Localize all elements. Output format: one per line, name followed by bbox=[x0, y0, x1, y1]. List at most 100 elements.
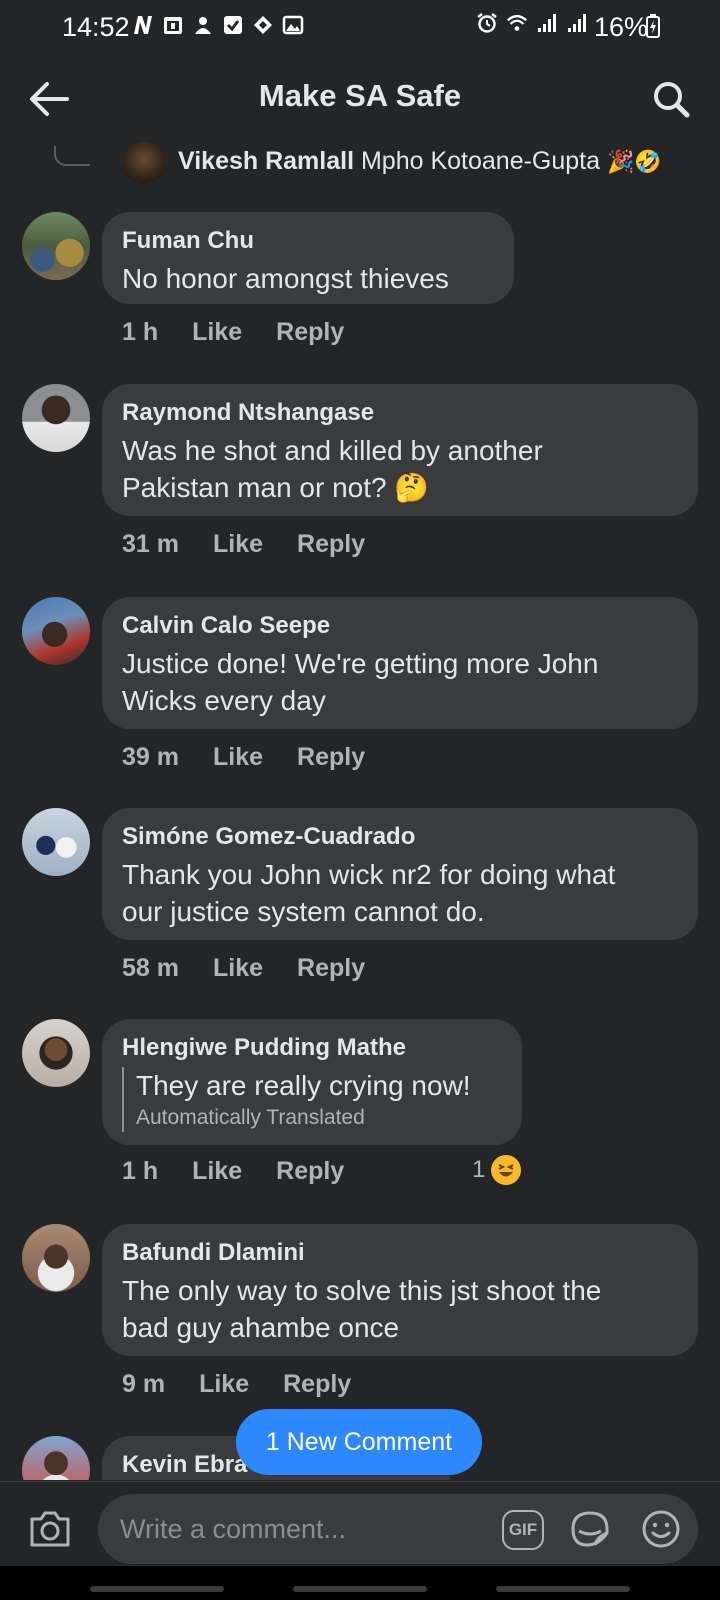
comment-actions: 1 h Like Reply bbox=[122, 318, 344, 347]
search-button[interactable] bbox=[648, 76, 694, 122]
calendar-icon bbox=[162, 14, 184, 36]
comment-line: Justice done! We're getting more John bbox=[122, 648, 599, 679]
comment-actions: 39 m Like Reply bbox=[122, 743, 365, 772]
wifi-icon bbox=[506, 12, 528, 34]
system-icons bbox=[476, 12, 588, 34]
avatar[interactable] bbox=[22, 384, 90, 452]
reply-emojis: 🎉🤣 bbox=[607, 150, 662, 175]
page-title: Make SA Safe bbox=[258, 78, 462, 113]
avatar[interactable] bbox=[22, 808, 90, 876]
comment-actions: 58 m Like Reply bbox=[122, 954, 365, 983]
reply-button[interactable]: Reply bbox=[276, 318, 344, 347]
comment-bubble[interactable]: Fuman Chu No honor amongst thieves bbox=[102, 212, 514, 304]
reply-button[interactable]: Reply bbox=[297, 743, 365, 772]
comment-actions: 31 m Like Reply bbox=[122, 530, 365, 559]
comment-bubble[interactable]: Hlengiwe Pudding Mathe They are really c… bbox=[102, 1019, 522, 1145]
home-nav-handle[interactable] bbox=[293, 1586, 427, 1592]
signal-icon bbox=[536, 12, 558, 34]
comment-time[interactable]: 9 m bbox=[122, 1370, 165, 1399]
comment-text: Was he shot and killed by another Pakist… bbox=[122, 432, 678, 506]
comment-author[interactable]: Bafundi Dlamini bbox=[122, 1238, 678, 1268]
reply-author-name[interactable]: Vikesh Ramlall bbox=[178, 147, 354, 175]
reply-button[interactable]: Reply bbox=[276, 1157, 344, 1186]
comment-text: No honor amongst thieves bbox=[122, 263, 449, 294]
avatar[interactable] bbox=[22, 1019, 90, 1087]
back-nav-handle[interactable] bbox=[496, 1586, 630, 1592]
reply-preview[interactable]: Vikesh Ramlall Mpho Kotoane-Gupta 🎉🤣 bbox=[178, 147, 662, 176]
comment-bubble[interactable]: Calvin Calo Seepe Justice done! We're ge… bbox=[102, 597, 698, 729]
sticker-button[interactable] bbox=[568, 1508, 612, 1550]
comment-composer: Write a comment... GIF bbox=[0, 1481, 720, 1566]
battery-percent: 16% bbox=[594, 12, 649, 42]
avatar[interactable] bbox=[22, 1436, 90, 1480]
search-icon bbox=[654, 82, 690, 118]
comment-input-placeholder: Write a comment... bbox=[120, 1514, 347, 1544]
like-button[interactable]: Like bbox=[213, 530, 263, 559]
emoji-button[interactable] bbox=[640, 1508, 682, 1550]
comment-line: Wicks every day bbox=[122, 685, 326, 716]
comment-time[interactable]: 58 m bbox=[122, 954, 179, 983]
gif-button[interactable]: GIF bbox=[502, 1510, 544, 1550]
comment-input[interactable]: Write a comment... GIF bbox=[98, 1494, 698, 1564]
translation-note[interactable]: Automatically Translated bbox=[136, 1104, 502, 1132]
comment-line: The only way to solve this jst shoot the bbox=[122, 1275, 602, 1306]
comment-line: Was he shot and killed by another bbox=[122, 435, 543, 466]
avatar[interactable] bbox=[22, 597, 90, 665]
comment-text: The only way to solve this jst shoot the… bbox=[122, 1272, 678, 1346]
notification-icons bbox=[132, 14, 304, 36]
like-button[interactable]: Like bbox=[192, 1157, 242, 1186]
recents-nav-handle[interactable] bbox=[90, 1586, 224, 1592]
comment-author[interactable]: Hlengiwe Pudding Mathe bbox=[122, 1033, 502, 1063]
new-comment-button[interactable]: 1 New Comment bbox=[236, 1409, 482, 1475]
like-button[interactable]: Like bbox=[199, 1370, 249, 1399]
camera-button[interactable] bbox=[26, 1506, 74, 1552]
alarm-icon bbox=[476, 12, 498, 34]
status-time: 14:52 bbox=[62, 12, 130, 42]
comment-author[interactable]: Calvin Calo Seepe bbox=[122, 611, 678, 641]
comment-bubble[interactable]: Raymond Ntshangase Was he shot and kille… bbox=[102, 384, 698, 516]
n-notification-icon bbox=[132, 14, 154, 36]
reaction-summary[interactable]: 1 bbox=[472, 1155, 522, 1185]
app-notification-icon bbox=[192, 14, 214, 36]
sticker-icon bbox=[571, 1511, 609, 1547]
avatar[interactable] bbox=[22, 212, 90, 280]
camera-icon bbox=[30, 1511, 70, 1547]
battery-charging-icon bbox=[646, 14, 660, 43]
comment-bubble[interactable]: Bafundi Dlamini The only way to solve th… bbox=[102, 1224, 698, 1356]
comment-text: They are really crying now! bbox=[136, 1070, 471, 1101]
comment-time[interactable]: 39 m bbox=[122, 743, 179, 772]
avatar[interactable] bbox=[22, 1224, 90, 1292]
translated-block: They are really crying now! Automaticall… bbox=[122, 1067, 502, 1132]
reply-button[interactable]: Reply bbox=[297, 954, 365, 983]
like-button[interactable]: Like bbox=[192, 318, 242, 347]
reply-button[interactable]: Reply bbox=[283, 1370, 351, 1399]
comment-author[interactable]: Fuman Chu bbox=[122, 226, 494, 256]
reply-thread-line bbox=[54, 146, 90, 166]
thinking-emoji: 🤔 bbox=[394, 471, 430, 504]
comment-bubble[interactable]: Simóne Gomez-Cuadrado Thank you John wic… bbox=[102, 808, 698, 940]
reply-tagged-name[interactable]: Mpho Kotoane-Gupta bbox=[361, 147, 600, 175]
comment-author[interactable]: Raymond Ntshangase bbox=[122, 398, 678, 428]
gif-label: GIF bbox=[508, 1520, 538, 1539]
comment-text: Thank you John wick nr2 for doing what o… bbox=[122, 856, 678, 930]
comment-author[interactable]: Simóne Gomez-Cuadrado bbox=[122, 822, 678, 852]
status-bar: 14:52 16% bbox=[0, 0, 720, 54]
like-button[interactable]: Like bbox=[213, 954, 263, 983]
comment-time[interactable]: 1 h bbox=[122, 1157, 158, 1186]
comment-line: our justice system cannot do. bbox=[122, 896, 485, 927]
like-button[interactable]: Like bbox=[213, 743, 263, 772]
checkbox-icon bbox=[222, 14, 244, 36]
smiley-icon bbox=[642, 1510, 680, 1548]
diamond-icon bbox=[252, 14, 274, 36]
avatar[interactable] bbox=[123, 142, 165, 184]
comment-line: bad guy ahambe once bbox=[122, 1312, 400, 1343]
comment-line: Pakistan man or not? 🤔 bbox=[122, 469, 678, 506]
reaction-count: 1 bbox=[472, 1156, 486, 1183]
laughing-emoji-icon bbox=[491, 1155, 522, 1185]
comment-text: Justice done! We're getting more John Wi… bbox=[122, 645, 678, 719]
comment-time[interactable]: 31 m bbox=[122, 530, 179, 559]
reply-button[interactable]: Reply bbox=[297, 530, 365, 559]
comment-line: Thank you John wick nr2 for doing what bbox=[122, 859, 616, 890]
comment-time[interactable]: 1 h bbox=[122, 318, 158, 347]
comment-line-text: Pakistan man or not? bbox=[122, 472, 387, 503]
